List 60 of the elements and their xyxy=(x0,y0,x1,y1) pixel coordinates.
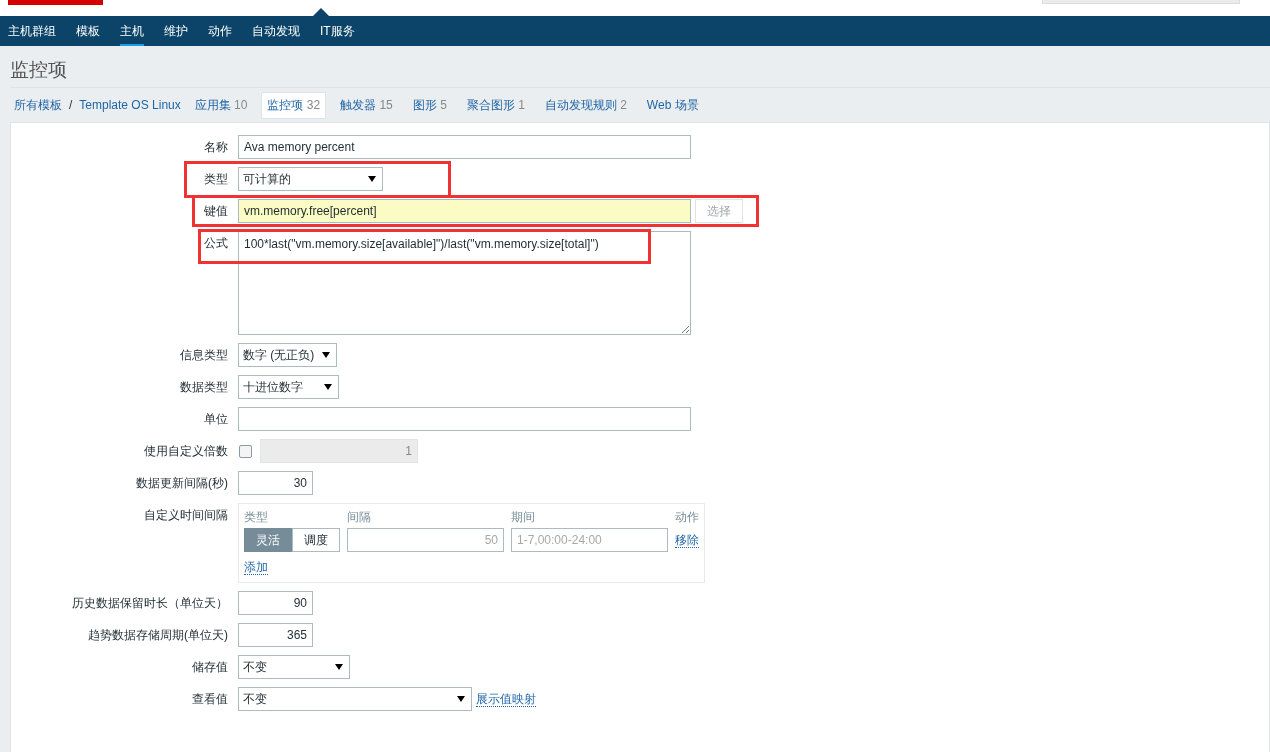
column-header: 间隔 xyxy=(347,509,372,526)
field-label: 使用自定义倍数 xyxy=(143,443,229,460)
logo-icon xyxy=(8,0,103,5)
tab[interactable]: 自动发现规则 2 xyxy=(538,91,633,119)
resize-handle-icon[interactable] xyxy=(682,326,689,333)
field-label: 自定义时间间隔 xyxy=(143,507,229,524)
nav-tab[interactable]: 主机 xyxy=(120,16,144,46)
key-field[interactable]: vm.memory.free[percent] xyxy=(238,199,691,223)
tab[interactable]: 聚合图形 1 xyxy=(460,91,531,119)
field-label: 历史数据保留时长（单位天） xyxy=(71,595,229,612)
nav-tab[interactable]: 主机群组 xyxy=(8,16,56,46)
checkbox[interactable] xyxy=(239,444,252,458)
breadcrumb-link[interactable]: Template OS Linux xyxy=(79,98,181,112)
tab[interactable]: 触发器 15 xyxy=(334,91,399,119)
caret-icon xyxy=(322,352,330,358)
remove-link[interactable]: 移除 xyxy=(675,532,699,548)
field-label: 键值 xyxy=(203,203,229,220)
field-label: 趋势数据存储周期(单位天) xyxy=(87,627,229,644)
link[interactable]: 展示值映射 xyxy=(476,691,536,707)
number-field[interactable]: 30 xyxy=(238,471,313,495)
text-field[interactable] xyxy=(238,407,691,431)
tab[interactable]: Web 场景 xyxy=(640,91,705,119)
field-label: 信息类型 xyxy=(179,347,229,364)
number-field[interactable]: 90 xyxy=(238,591,313,615)
number-field[interactable]: 365 xyxy=(238,623,313,647)
nav-tab[interactable]: 模板 xyxy=(76,16,100,46)
field-label: 公式 xyxy=(203,235,229,252)
column-header: 动作 xyxy=(675,509,699,526)
field-label: 单位 xyxy=(203,411,229,428)
breadcrumb-separator: / xyxy=(69,98,73,112)
nav-tab[interactable]: 动作 xyxy=(208,16,232,46)
caret-icon xyxy=(368,176,376,182)
field-label: 名称 xyxy=(203,139,229,156)
caret-icon xyxy=(335,664,343,670)
field-label: 数据类型 xyxy=(179,379,229,396)
dropdown[interactable]: 十进位数字 xyxy=(238,375,339,399)
caret-icon xyxy=(457,696,465,702)
dropdown[interactable]: 数字 (无正负) xyxy=(238,343,337,367)
field-label: 类型 xyxy=(203,171,229,188)
page-title: 监控项 xyxy=(10,46,1270,88)
field-label: 储存值 xyxy=(191,659,229,676)
breadcrumb-link[interactable]: 所有模板 xyxy=(14,96,62,114)
add-link[interactable]: 添加 xyxy=(244,560,268,575)
mode-toggle[interactable]: 调度 xyxy=(292,528,340,552)
formula-field[interactable]: 100*last("vm.memory.size[available]")/last("vm.memory.size[total]") xyxy=(238,231,691,335)
nav-tab[interactable]: 维护 xyxy=(164,16,188,46)
field-label: 数据更新间隔(秒) xyxy=(135,475,229,492)
tab[interactable]: 图形 5 xyxy=(406,91,453,119)
nav-tab[interactable]: 自动发现 xyxy=(252,16,300,46)
field-label: 查看值 xyxy=(191,691,229,708)
dropdown[interactable]: 可计算的 xyxy=(238,167,383,191)
tab[interactable]: 监控项 32 xyxy=(261,91,327,119)
dropdown[interactable]: 不变 xyxy=(238,655,350,679)
column-header: 期间 xyxy=(511,509,536,526)
text-field[interactable]: Ava memory percent xyxy=(238,135,691,159)
nav-tab[interactable]: IT服务 xyxy=(320,16,355,46)
tab[interactable]: 应用集 10 xyxy=(188,91,254,119)
caret-icon xyxy=(324,384,332,390)
dropdown[interactable]: 不变 xyxy=(238,687,472,711)
column-header: 类型 xyxy=(244,509,269,526)
